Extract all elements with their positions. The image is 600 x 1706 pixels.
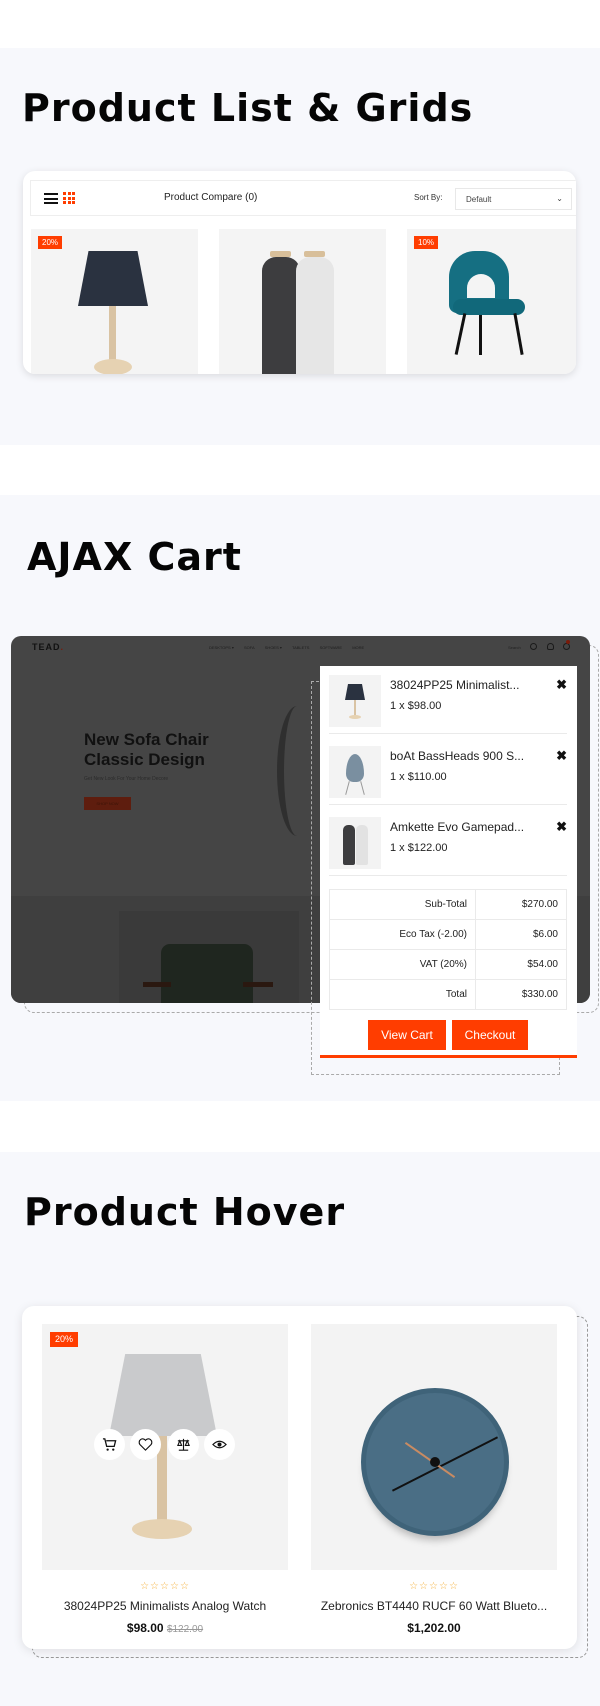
store-nav: DESKTOPS ▾ SOFA SHOES ▾ TABLETS SOFTWARE… bbox=[209, 645, 373, 650]
cart-item-image[interactable] bbox=[329, 817, 381, 869]
page: Product List & Grids Product Compare (0)… bbox=[0, 0, 600, 1706]
sort-by-label: Sort By: bbox=[414, 193, 443, 202]
cart-item: Amkette Evo Gamepad... 1 x $122.00 ✖ bbox=[329, 808, 567, 876]
cart-item-name[interactable]: 38024PP25 Minimalist... bbox=[390, 678, 519, 692]
quick-view-button[interactable] bbox=[204, 1429, 235, 1460]
shop-now-button[interactable]: SHOP NOW bbox=[84, 797, 131, 810]
cart-item: boAt BassHeads 900 S... 1 x $110.00 ✖ bbox=[329, 737, 567, 805]
cart-item-name[interactable]: Amkette Evo Gamepad... bbox=[390, 820, 524, 834]
product-image[interactable] bbox=[311, 1324, 557, 1570]
remove-item-icon[interactable]: ✖ bbox=[556, 748, 567, 764]
section-title-cart: AJAX Cart bbox=[27, 535, 242, 579]
product-price: $98.00 $122.00 bbox=[42, 1621, 288, 1635]
cart-item-qty-price: 1 x $98.00 bbox=[390, 700, 442, 712]
sort-select-value: Default bbox=[466, 195, 492, 204]
remove-item-icon[interactable]: ✖ bbox=[556, 677, 567, 693]
totals-label: Eco Tax (-2.00) bbox=[329, 919, 476, 950]
search-icon[interactable] bbox=[530, 643, 537, 650]
cart-item-image[interactable] bbox=[329, 746, 381, 798]
store-search[interactable]: Search bbox=[508, 645, 521, 650]
product-price: $1,202.00 bbox=[311, 1621, 557, 1635]
nav-item-shoes[interactable]: SHOES ▾ bbox=[265, 645, 282, 650]
wishlist-button[interactable] bbox=[130, 1429, 161, 1460]
compare-scale-icon bbox=[177, 1438, 190, 1451]
totals-row: Total $330.00 bbox=[329, 979, 567, 1010]
product-name[interactable]: Zebronics BT4440 RUCF 60 Watt Blueto... bbox=[311, 1599, 557, 1613]
nav-item-desktops[interactable]: DESKTOPS ▾ bbox=[209, 645, 234, 650]
cart-icon bbox=[102, 1438, 117, 1451]
price-current: $1,202.00 bbox=[407, 1621, 461, 1635]
eye-icon bbox=[212, 1440, 227, 1449]
totals-label: Sub-Total bbox=[329, 889, 476, 920]
price-current: $98.00 bbox=[126, 1621, 164, 1635]
cart-count-badge bbox=[566, 640, 570, 644]
discount-badge: 10% bbox=[414, 236, 439, 249]
cart-item: 38024PP25 Minimalist... 1 x $98.00 ✖ bbox=[329, 666, 567, 734]
nav-item-software[interactable]: SOFTWARE bbox=[320, 645, 343, 650]
cart-totals-table: Sub-Total $270.00 Eco Tax (-2.00) $6.00 … bbox=[329, 889, 567, 1010]
totals-value: $54.00 bbox=[475, 949, 567, 980]
product-card[interactable]: 10% bbox=[407, 229, 576, 374]
totals-row: Sub-Total $270.00 bbox=[329, 889, 567, 920]
product-list-panel: Product Compare (0) Sort By: Default ⌄ 2… bbox=[23, 171, 576, 374]
totals-value: $270.00 bbox=[475, 889, 567, 920]
grid-view-icon[interactable] bbox=[63, 192, 75, 204]
nav-item-tablets[interactable]: TABLETS bbox=[292, 645, 310, 650]
totals-value: $6.00 bbox=[475, 919, 567, 950]
discount-badge: 20% bbox=[38, 236, 63, 249]
totals-label: Total bbox=[329, 979, 476, 1010]
add-to-cart-button[interactable] bbox=[94, 1429, 125, 1460]
product-card[interactable]: 20% bbox=[31, 229, 198, 374]
remove-item-icon[interactable]: ✖ bbox=[556, 819, 567, 835]
compare-button[interactable] bbox=[168, 1429, 199, 1460]
list-view-icon[interactable] bbox=[44, 193, 58, 204]
blue-wall-clock-image bbox=[361, 1388, 509, 1536]
store-logo: TEAD. bbox=[32, 642, 65, 652]
price-old: $122.00 bbox=[166, 1624, 204, 1635]
product-hover-panel: 20% ☆☆☆☆☆ 38024PP25 Minimalists Analog W… bbox=[22, 1306, 577, 1649]
nav-item-more[interactable]: MORE bbox=[352, 645, 364, 650]
green-armchair-image bbox=[161, 944, 253, 1003]
product-image[interactable]: 20% bbox=[42, 1324, 288, 1570]
totals-row: Eco Tax (-2.00) $6.00 bbox=[329, 919, 567, 950]
user-icon[interactable] bbox=[547, 643, 554, 650]
hero-subtitle: Get New Look For Your Home Decore bbox=[84, 776, 169, 782]
discount-badge: 20% bbox=[50, 1332, 79, 1347]
list-toolbar: Product Compare (0) Sort By: Default ⌄ bbox=[30, 180, 576, 216]
totals-value: $330.00 bbox=[475, 979, 567, 1010]
rating-stars: ☆☆☆☆☆ bbox=[140, 1581, 190, 1592]
nav-item-sofa[interactable]: SOFA bbox=[244, 645, 255, 650]
product-name[interactable]: 38024PP25 Minimalists Analog Watch bbox=[42, 1599, 288, 1613]
cart-item-image[interactable] bbox=[329, 675, 381, 727]
ajax-cart-dropdown: 38024PP25 Minimalist... 1 x $98.00 ✖ boA… bbox=[320, 666, 577, 1058]
chevron-down-icon: ⌄ bbox=[556, 194, 563, 203]
section-title-hover: Product Hover bbox=[24, 1190, 346, 1234]
cart-item-qty-price: 1 x $110.00 bbox=[390, 771, 447, 783]
rating-stars: ☆☆☆☆☆ bbox=[409, 1581, 459, 1592]
heart-icon bbox=[138, 1438, 153, 1451]
view-cart-button[interactable]: View Cart bbox=[368, 1020, 446, 1050]
checkout-button[interactable]: Checkout bbox=[452, 1020, 528, 1050]
hero-title: New Sofa Chair Classic Design bbox=[84, 730, 209, 769]
cart-item-qty-price: 1 x $122.00 bbox=[390, 842, 448, 854]
section-title-list: Product List & Grids bbox=[22, 86, 474, 130]
sort-select[interactable]: Default ⌄ bbox=[455, 188, 572, 210]
totals-row: VAT (20%) $54.00 bbox=[329, 949, 567, 980]
cart-icon[interactable] bbox=[563, 643, 570, 650]
totals-label: VAT (20%) bbox=[329, 949, 476, 980]
cart-item-name[interactable]: boAt BassHeads 900 S... bbox=[390, 749, 524, 763]
product-compare-link[interactable]: Product Compare (0) bbox=[164, 192, 257, 203]
product-card[interactable] bbox=[219, 229, 386, 374]
